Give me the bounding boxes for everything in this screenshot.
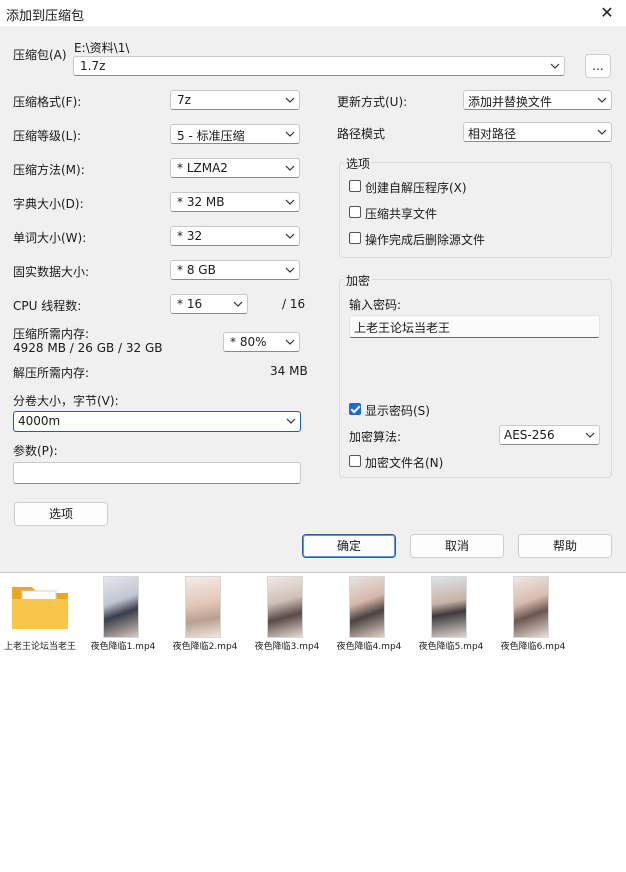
dict-label: 字典大小(D):: [13, 197, 84, 211]
shared-label: 压缩共享文件: [365, 207, 438, 221]
word-value: * 32: [177, 229, 203, 243]
sfx-checkbox[interactable]: [349, 180, 361, 192]
mem-select[interactable]: * 80%: [223, 332, 300, 352]
dict-select[interactable]: * 32 MB: [170, 192, 300, 212]
method-value: * LZMA2: [177, 161, 228, 175]
mem-detail: 4928 MB / 26 GB / 32 GB: [13, 341, 163, 355]
format-value: 7z: [177, 93, 191, 107]
sfx-label: 创建自解压程序(X): [365, 181, 467, 195]
pathmode-value: 相对路径: [468, 127, 517, 141]
chevron-down-icon: [550, 62, 560, 70]
decomp-value: 34 MB: [270, 364, 308, 378]
update-select[interactable]: 添加并替换文件: [463, 90, 612, 110]
delete-checkbox[interactable]: [349, 232, 361, 244]
pathmode-label: 路径模式: [337, 127, 386, 141]
chevron-down-icon: [285, 232, 295, 240]
help-button[interactable]: 帮助: [518, 534, 612, 558]
title-bar: 添加到压缩包 ✕: [0, 0, 626, 26]
browse-button[interactable]: ...: [585, 54, 611, 78]
mem-value: * 80%: [230, 335, 267, 349]
encrypt-group-title: 加密: [344, 272, 373, 289]
video-thumbnail: [267, 576, 303, 638]
solid-label: 固实数据大小:: [13, 265, 90, 279]
pathmode-select[interactable]: 相对路径: [463, 122, 612, 142]
password-label: 输入密码:: [349, 298, 402, 312]
video-thumbnail: [513, 576, 549, 638]
word-label: 单词大小(W):: [13, 231, 87, 245]
update-value: 添加并替换文件: [468, 95, 553, 109]
file-name: 夜色降临5.mp4: [418, 642, 484, 652]
show-password-label: 显示密码(S): [365, 404, 430, 418]
chevron-down-icon: [285, 130, 295, 138]
params-label: 参数(P):: [13, 444, 58, 458]
decomp-label: 解压所需内存:: [13, 366, 90, 380]
file-name: 夜色降临4.mp4: [336, 642, 402, 652]
file-name: 夜色降临2.mp4: [172, 642, 238, 652]
cpu-select[interactable]: * 16: [170, 294, 248, 314]
options-button[interactable]: 选项: [14, 502, 108, 526]
archive-name-combo[interactable]: 1.7z: [73, 56, 565, 76]
folder-icon: [12, 587, 68, 629]
chevron-down-icon: [285, 266, 295, 274]
password-value: 上老王论坛当老王: [354, 321, 451, 335]
cancel-button[interactable]: 取消: [410, 534, 504, 558]
options-group-title: 选项: [344, 155, 373, 172]
encrypt-names-label: 加密文件名(N): [365, 456, 444, 470]
video-thumbnail: [103, 576, 139, 638]
chevron-down-icon: [585, 431, 595, 439]
file-name: 夜色降临6.mp4: [500, 642, 566, 652]
shared-checkbox[interactable]: [349, 206, 361, 218]
archive-path: E:\资料\1\: [74, 41, 130, 55]
solid-select[interactable]: * 8 GB: [170, 260, 300, 280]
format-select[interactable]: 7z: [170, 90, 300, 110]
dict-value: * 32 MB: [177, 195, 225, 209]
show-password-checkbox[interactable]: [349, 403, 361, 415]
ok-button[interactable]: 确定: [302, 534, 396, 558]
chevron-down-icon: [285, 96, 295, 104]
volume-combo[interactable]: 4000m: [13, 411, 301, 432]
file-name: 上老王论坛当老王: [3, 642, 76, 652]
level-label: 压缩等级(L):: [13, 129, 82, 143]
method-label: 压缩方法(M):: [13, 163, 85, 177]
cpu-label: CPU 线程数:: [13, 299, 82, 313]
delete-label: 操作完成后删除源文件: [365, 233, 486, 247]
close-icon[interactable]: ✕: [596, 2, 618, 24]
volume-label: 分卷大小，字节(V):: [13, 394, 119, 408]
chevron-down-icon: [285, 198, 295, 206]
video-thumbnail: [185, 576, 221, 638]
video-thumbnail: [431, 576, 467, 638]
params-input[interactable]: [13, 462, 301, 484]
update-label: 更新方式(U):: [337, 95, 408, 109]
file-name: 夜色降临1.mp4: [90, 642, 156, 652]
window-title: 添加到压缩包: [6, 9, 85, 24]
format-label: 压缩格式(F):: [13, 95, 82, 109]
mem-label: 压缩所需内存:: [13, 327, 90, 341]
encryption-method-select[interactable]: AES-256: [499, 425, 600, 445]
chevron-down-icon: [597, 128, 607, 136]
encrypt-names-checkbox[interactable]: [349, 455, 361, 467]
password-input[interactable]: 上老王论坛当老王: [349, 315, 600, 338]
file-name: 夜色降临3.mp4: [254, 642, 320, 652]
add-to-archive-dialog: 添加到压缩包 ✕ 压缩包(A) E:\资料\1\ 1.7z ... 压缩格式(F…: [0, 0, 626, 573]
video-thumbnail: [349, 576, 385, 638]
solid-value: * 8 GB: [177, 263, 216, 277]
volume-value: 4000m: [18, 414, 61, 428]
level-select[interactable]: 5 - 标准压缩: [170, 124, 300, 144]
chevron-down-icon: [597, 96, 607, 104]
level-value: 5 - 标准压缩: [177, 129, 245, 143]
chevron-down-icon: [233, 300, 243, 308]
cpu-max: / 16: [282, 297, 306, 311]
word-select[interactable]: * 32: [170, 226, 300, 246]
method-select[interactable]: * LZMA2: [170, 158, 300, 178]
archive-name-value: 1.7z: [80, 59, 106, 73]
encryption-method-label: 加密算法:: [349, 430, 402, 444]
chevron-down-icon: [285, 164, 295, 172]
encryption-method-value: AES-256: [504, 428, 555, 442]
chevron-down-icon: [285, 338, 295, 346]
archive-label: 压缩包(A): [13, 48, 67, 62]
cpu-value: * 16: [177, 297, 203, 311]
chevron-down-icon: [286, 417, 296, 425]
